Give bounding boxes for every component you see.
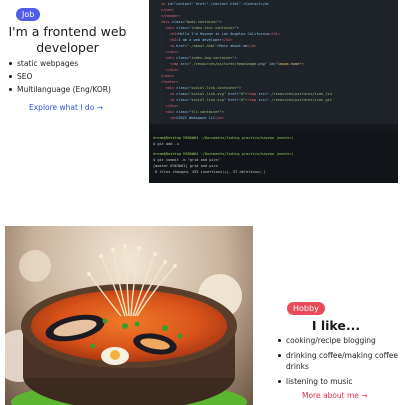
hobby-list: cooking/recipe blogging drinking coffee/… (276, 335, 401, 391)
job-card: Job I'm a frontend web developer static … (0, 0, 148, 118)
job-title: I'm a frontend web developer (8, 24, 127, 55)
list-item: drinking coffee/making coffee drinks (276, 350, 401, 372)
list-item: static webpages (9, 57, 139, 70)
job-skill-list: static webpages SEO Multilanguage (Eng/K… (9, 57, 139, 96)
terminal-tab-bar (149, 124, 398, 132)
hobby-badge: Hobby (287, 302, 325, 315)
hobby-title: I like... (311, 318, 361, 333)
job-badge: Job (16, 8, 41, 21)
list-item: cooking/recipe blogging (276, 335, 401, 346)
explore-link[interactable]: Explore what I do → (29, 103, 103, 112)
terminal-panel: dream@Desktop MINGW64 ~/Documents/Coding… (149, 132, 398, 183)
code-screenshot-image: <a id="contact" href="./contact.html" >C… (149, 0, 398, 183)
list-item: Multilanguage (Eng/KOR) (9, 83, 139, 96)
more-about-me-link[interactable]: More about me → (302, 391, 368, 400)
list-item: listening to music (276, 376, 401, 387)
list-item: SEO (9, 70, 139, 83)
food-photo (5, 226, 253, 405)
